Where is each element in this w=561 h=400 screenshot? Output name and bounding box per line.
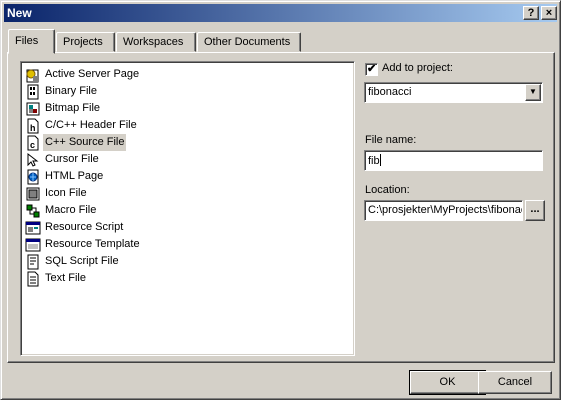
list-item-label: Resource Template	[45, 238, 140, 250]
list-item-label: Resource Script	[45, 221, 124, 233]
asp-icon	[26, 69, 39, 82]
list-item-label: Active Server Page	[45, 68, 140, 80]
location-input[interactable]: C:\prosjekter\MyProjects\fibonacci	[364, 200, 523, 221]
cpp-source-icon: c	[27, 135, 39, 150]
project-select[interactable]: fibonacci	[364, 82, 543, 103]
browse-button[interactable]: ...	[525, 200, 545, 221]
svg-text:c: c	[30, 140, 35, 150]
file-name-input[interactable]: fib	[364, 150, 543, 171]
tab-other-documents[interactable]: Other Documents	[197, 32, 301, 52]
tab-projects[interactable]: Projects	[56, 32, 115, 52]
html-page-icon	[27, 169, 39, 184]
chevron-down-icon: ▼	[529, 87, 537, 96]
bitmap-icon	[26, 102, 40, 115]
resource-template-icon	[25, 238, 41, 251]
icon-file-icon	[26, 187, 40, 200]
file-name-value: fib	[368, 155, 380, 167]
list-item-label: Icon File	[45, 187, 87, 199]
text-file-icon	[27, 271, 39, 286]
cancel-button[interactable]: Cancel	[478, 371, 552, 394]
sql-script-icon	[27, 254, 39, 269]
svg-text:h: h	[30, 123, 36, 133]
list-item[interactable]: Active Server Page	[23, 66, 352, 83]
list-item-label: SQL Script File	[45, 255, 119, 267]
list-item-label: Text File	[45, 272, 86, 284]
list-item[interactable]: Bitmap File	[23, 100, 352, 117]
list-item-label: C++ Source File	[43, 134, 127, 151]
list-item-label: C/C++ Header File	[45, 119, 137, 131]
add-to-project-label[interactable]: Add to project:	[382, 62, 453, 74]
tab-workspaces[interactable]: Workspaces	[116, 32, 196, 52]
tab-files-label: Files	[15, 35, 39, 47]
list-item-label: Cursor File	[45, 153, 99, 165]
file-type-list[interactable]: Active Server Page Binary File Bitmap Fi…	[20, 61, 355, 356]
close-button[interactable]: ×	[541, 6, 557, 20]
list-item[interactable]: c C++ Source File	[23, 134, 352, 151]
location-label: Location:	[365, 184, 410, 196]
add-to-project-checkbox[interactable]: ✔	[365, 63, 378, 76]
list-item-label: Macro File	[45, 204, 97, 216]
window-title: New	[7, 6, 32, 20]
project-select-value: fibonacci	[368, 86, 412, 98]
help-button[interactable]: ?	[523, 6, 539, 20]
cursor-icon	[27, 152, 39, 167]
list-item[interactable]: Binary File	[23, 83, 352, 100]
ok-button[interactable]: OK	[409, 370, 486, 395]
project-dropdown-button[interactable]: ▼	[525, 84, 541, 101]
list-item-label: Binary File	[45, 85, 97, 97]
list-item[interactable]: Resource Template	[23, 236, 352, 253]
tab-other-documents-label: Other Documents	[204, 36, 291, 48]
checkmark-icon: ✔	[367, 63, 377, 75]
list-item-label: Bitmap File	[45, 102, 101, 114]
title-bar[interactable]: New ? ×	[4, 4, 557, 22]
list-item-label: HTML Page	[45, 170, 104, 182]
tab-workspaces-label: Workspaces	[123, 36, 184, 48]
list-item[interactable]: Macro File	[23, 202, 352, 219]
list-item[interactable]: SQL Script File	[23, 253, 352, 270]
header-file-icon: h	[27, 118, 39, 133]
list-item[interactable]: HTML Page	[23, 168, 352, 185]
list-item[interactable]: h C/C++ Header File	[23, 117, 352, 134]
list-item[interactable]: Icon File	[23, 185, 352, 202]
list-item[interactable]: Resource Script	[23, 219, 352, 236]
text-caret	[379, 154, 381, 166]
macro-icon	[26, 204, 40, 217]
binary-file-icon	[27, 84, 39, 99]
new-dialog: New ? × Files Projects Workspaces Other …	[0, 0, 561, 400]
tab-files[interactable]: Files	[8, 29, 55, 54]
file-name-label: File name:	[365, 134, 417, 146]
location-value: C:\prosjekter\MyProjects\fibonacci	[368, 204, 523, 216]
list-item[interactable]: Text File	[23, 270, 352, 287]
list-item[interactable]: Cursor File	[23, 151, 352, 168]
resource-script-icon	[25, 221, 41, 234]
tab-projects-label: Projects	[63, 36, 103, 48]
